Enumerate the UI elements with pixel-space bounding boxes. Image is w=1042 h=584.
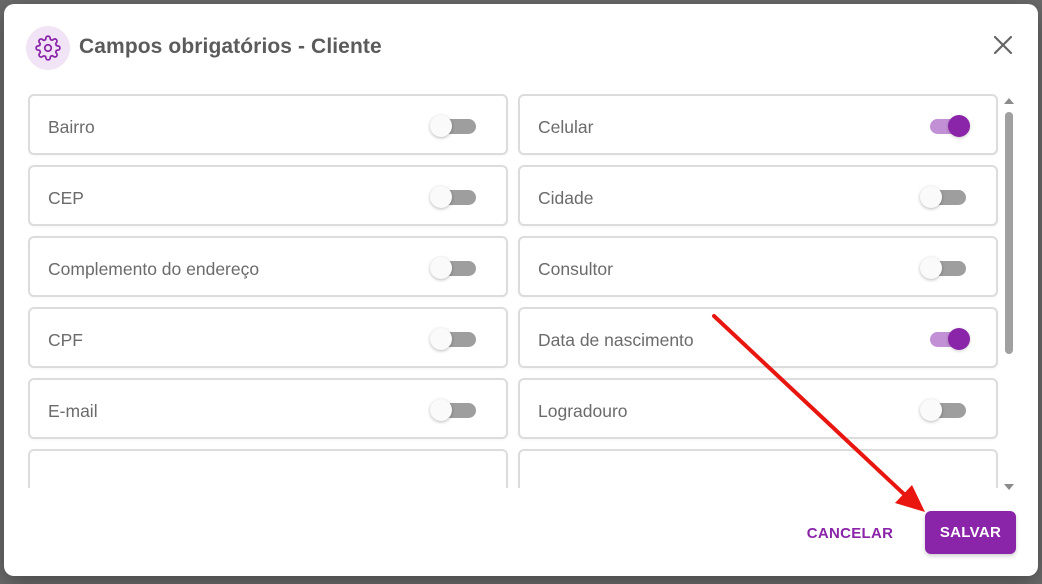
required-toggle-consultor[interactable]	[920, 257, 966, 279]
field-label: Celular	[538, 117, 594, 137]
field-label: Consultor	[538, 259, 613, 279]
field-card-bairro: Bairro	[28, 94, 508, 155]
required-toggle-logradouro[interactable]	[920, 399, 966, 421]
field-card-celular: Celular	[518, 94, 998, 155]
field-label: Logradouro	[538, 401, 628, 421]
field-card-cpf: CPF	[28, 307, 508, 368]
field-card-cep: CEP	[28, 165, 508, 226]
field-card-data-nascimento: Data de nascimento	[518, 307, 998, 368]
field-label: E-mail	[48, 401, 98, 421]
field-card-logradouro: Logradouro	[518, 378, 998, 439]
required-toggle-cpf[interactable]	[430, 328, 476, 350]
gear-icon	[26, 26, 70, 70]
required-toggle-data-nascimento[interactable]	[926, 328, 970, 350]
required-toggle-cidade[interactable]	[920, 186, 966, 208]
close-button[interactable]	[992, 34, 1014, 56]
dialog-title: Campos obrigatórios - Cliente	[79, 35, 382, 58]
field-label: CPF	[48, 330, 83, 350]
fields-scrollbar[interactable]	[1002, 96, 1016, 492]
field-card-partial	[518, 449, 998, 488]
cancel-button[interactable]: CANCELAR	[794, 512, 906, 554]
field-label: Data de nascimento	[538, 330, 694, 350]
required-fields-dialog: Campos obrigatórios - Cliente Bairro Cel…	[4, 4, 1038, 576]
required-toggle-email[interactable]	[430, 399, 476, 421]
dialog-header: Campos obrigatórios - Cliente	[4, 4, 1038, 92]
field-card-partial	[28, 449, 508, 488]
field-label: CEP	[48, 188, 84, 208]
required-toggle-complemento[interactable]	[430, 257, 476, 279]
fields-list[interactable]: Bairro Celular CEP Cidade Complemento do…	[28, 94, 1004, 488]
scrollbar-thumb[interactable]	[1005, 112, 1013, 354]
required-toggle-celular[interactable]	[926, 115, 970, 137]
field-card-email: E-mail	[28, 378, 508, 439]
scroll-down-arrow-icon[interactable]	[1004, 484, 1014, 490]
field-label: Complemento do endereço	[48, 259, 260, 279]
field-label: Cidade	[538, 188, 594, 208]
close-icon	[993, 35, 1013, 55]
field-card-cidade: Cidade	[518, 165, 998, 226]
scroll-up-arrow-icon[interactable]	[1004, 98, 1014, 104]
required-toggle-bairro[interactable]	[430, 115, 476, 137]
field-label: Bairro	[48, 117, 95, 137]
field-card-consultor: Consultor	[518, 236, 998, 297]
field-card-complemento: Complemento do endereço	[28, 236, 508, 297]
save-button[interactable]: SALVAR	[925, 511, 1016, 554]
required-toggle-cep[interactable]	[430, 186, 476, 208]
